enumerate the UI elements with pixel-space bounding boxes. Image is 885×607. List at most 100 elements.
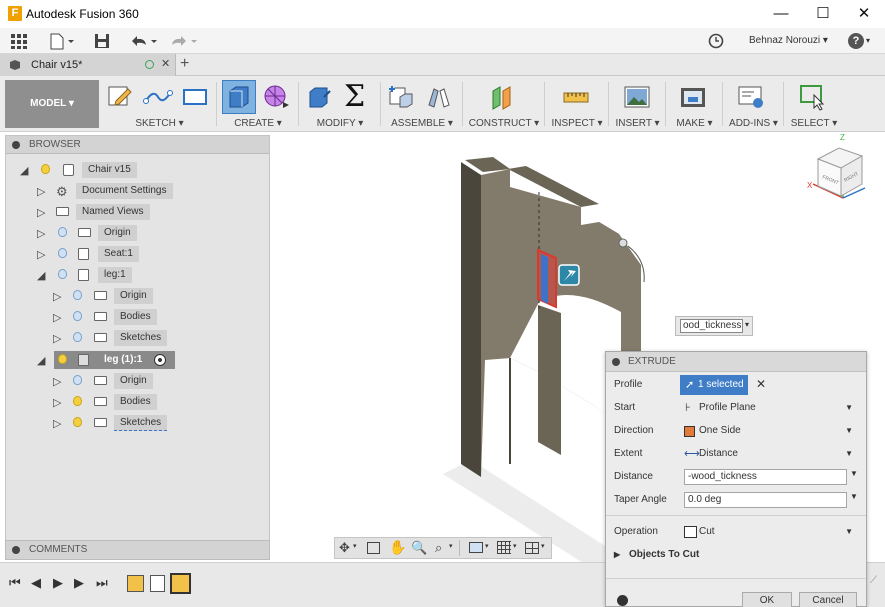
taper-angle-dropdown-icon[interactable]: ▼ [850, 492, 858, 501]
zoom-dropdown-icon[interactable]: ▾ [449, 542, 453, 550]
visibility-bulb-icon[interactable] [58, 248, 67, 258]
collapsed-triangle-icon[interactable]: ▷ [53, 396, 61, 409]
orbit-icon[interactable]: ✥ [339, 540, 350, 556]
cancel-button[interactable]: Cancel [799, 592, 857, 607]
press-pull-icon[interactable] [306, 83, 334, 111]
tree-node-leg1-sketches[interactable]: ▷ Sketches [6, 414, 266, 432]
sketch-spline-icon[interactable] [143, 83, 173, 111]
new-tab-button[interactable]: + [180, 55, 189, 73]
taper-angle-input[interactable]: 0.0 deg [684, 492, 847, 508]
workspace-switcher[interactable]: MODEL ▾ [5, 80, 99, 128]
measure-icon[interactable] [562, 83, 590, 111]
insert-menu[interactable]: INSERT ▾ [609, 118, 666, 129]
collapsed-triangle-icon[interactable]: ▷ [37, 227, 45, 240]
joint-icon[interactable] [425, 83, 453, 111]
tree-node-leg[interactable]: ◢ leg:1 [6, 266, 266, 284]
grid-dropdown-icon[interactable]: ▾ [513, 542, 517, 550]
tree-node-leg-origin[interactable]: ▷ Origin [6, 287, 266, 305]
close-tab-icon[interactable]: ✕ [161, 57, 170, 70]
assemble-menu[interactable]: ASSEMBLE ▾ [381, 118, 463, 129]
timeline-current-sketch-icon[interactable] [170, 573, 191, 594]
3d-print-icon[interactable] [679, 83, 707, 111]
operation-dropdown[interactable]: Cut ▼ [680, 522, 858, 542]
file-menu-icon[interactable] [48, 32, 76, 50]
visibility-bulb-icon[interactable] [58, 227, 67, 237]
viewports-icon[interactable] [525, 542, 539, 554]
maximize-button[interactable]: ☐ [802, 0, 844, 28]
display-settings-icon[interactable] [469, 542, 483, 553]
add-ins-menu[interactable]: ADD-INS ▾ [723, 118, 784, 129]
zoom-icon[interactable]: 🔍 [411, 540, 427, 556]
viewports-dropdown-icon[interactable]: ▾ [541, 542, 545, 550]
tree-node-origin[interactable]: ▷ Origin [6, 224, 266, 242]
job-status-clock-icon[interactable] [707, 32, 725, 50]
timeline-extrude-feature-icon[interactable] [150, 575, 165, 592]
visibility-bulb-icon[interactable] [58, 354, 67, 364]
collapsed-triangle-icon[interactable]: ▷ [53, 417, 61, 430]
resize-grip-icon[interactable]: ⟋ [870, 575, 885, 590]
collapsed-triangle-icon[interactable]: ▷ [53, 332, 61, 345]
go-to-start-icon[interactable]: ⏮ [9, 575, 21, 591]
collapse-dialog-icon[interactable] [612, 358, 620, 366]
ok-button[interactable]: OK [742, 592, 792, 607]
clear-selection-icon[interactable]: ✕ [756, 377, 766, 391]
profile-selection-button[interactable]: ➚ 1 selected [680, 375, 748, 395]
select-menu[interactable]: SELECT ▾ [784, 118, 844, 129]
grid-icon[interactable] [497, 541, 511, 554]
step-back-icon[interactable]: ◀ [31, 575, 41, 591]
visibility-bulb-icon[interactable] [73, 417, 82, 427]
start-dropdown[interactable]: ⊦ Profile Plane ▼ [680, 398, 858, 418]
pan-hand-icon[interactable]: ✋ [389, 539, 406, 556]
create-sketch-icon[interactable] [106, 83, 134, 111]
display-dropdown-icon[interactable]: ▾ [485, 542, 489, 550]
collapsed-triangle-icon[interactable]: ▷ [53, 290, 61, 303]
visibility-bulb-icon[interactable] [73, 375, 82, 385]
compute-all-sigma-icon[interactable]: Σ [344, 82, 372, 112]
close-button[interactable]: ✕ [843, 0, 885, 28]
step-forward-icon[interactable]: ▶ [74, 575, 84, 591]
make-menu[interactable]: MAKE ▾ [666, 118, 723, 129]
look-at-icon[interactable] [367, 542, 380, 554]
save-icon[interactable] [93, 32, 111, 50]
distance-inline-value[interactable]: ood_tickness [680, 319, 743, 333]
comments-panel[interactable]: COMMENTS [5, 540, 270, 560]
visibility-bulb-icon[interactable] [73, 290, 82, 300]
collapsed-triangle-icon[interactable]: ▷ [37, 185, 45, 198]
timeline-sketch-feature-icon[interactable] [127, 575, 144, 592]
extrude-manipulator-arrow[interactable] [558, 264, 580, 286]
tree-node-leg1-bodies[interactable]: ▷ Bodies [6, 393, 266, 411]
create-menu[interactable]: CREATE ▾ [217, 118, 299, 129]
sketch-rectangle-icon[interactable] [181, 83, 209, 111]
expanded-triangle-icon[interactable]: ◢ [37, 269, 45, 282]
inspect-menu[interactable]: INSPECT ▾ [545, 118, 609, 129]
orbit-dropdown-icon[interactable]: ▾ [353, 542, 357, 550]
user-account-menu[interactable]: Behnaz Norouzi ▾ [749, 32, 828, 50]
direction-dropdown[interactable]: One Side ▼ [680, 421, 858, 441]
activate-radio-icon[interactable] [154, 354, 166, 366]
modify-menu[interactable]: MODIFY ▾ [299, 118, 381, 129]
visibility-bulb-icon[interactable] [58, 269, 67, 279]
sketch-menu[interactable]: SKETCH ▾ [102, 118, 217, 129]
visibility-bulb-icon[interactable] [73, 332, 82, 342]
construct-menu[interactable]: CONSTRUCT ▾ [463, 118, 545, 129]
collapsed-triangle-icon[interactable]: ▷ [53, 375, 61, 388]
form-icon[interactable] [262, 83, 290, 111]
view-cube[interactable]: Z X FRONT RIGHT [801, 132, 885, 212]
tree-node-seat[interactable]: ▷ Seat:1 [6, 245, 266, 263]
collapsed-triangle-icon[interactable]: ▷ [37, 248, 45, 261]
offset-plane-icon[interactable] [489, 83, 517, 111]
distance-input[interactable]: -wood_tickness [684, 469, 847, 485]
expanded-triangle-icon[interactable]: ◢ [20, 164, 28, 177]
collapsed-triangle-icon[interactable]: ▷ [37, 206, 45, 219]
visibility-bulb-icon[interactable] [73, 311, 82, 321]
browser-header[interactable]: BROWSER [6, 136, 269, 154]
extent-dropdown[interactable]: ⟷ Distance ▼ [680, 444, 858, 464]
extrude-dialog-header[interactable]: EXTRUDE [606, 352, 866, 372]
tree-node-leg-1-active[interactable]: ◢ leg (1):1 [6, 351, 266, 369]
help-icon[interactable]: ? [848, 33, 864, 49]
tree-node-leg-bodies[interactable]: ▷ Bodies [6, 308, 266, 326]
tree-node-named-views[interactable]: ▷ Named Views [6, 203, 266, 221]
info-icon[interactable] [617, 595, 628, 606]
redo-icon[interactable] [168, 32, 198, 50]
expand-comments-icon[interactable] [12, 546, 20, 554]
